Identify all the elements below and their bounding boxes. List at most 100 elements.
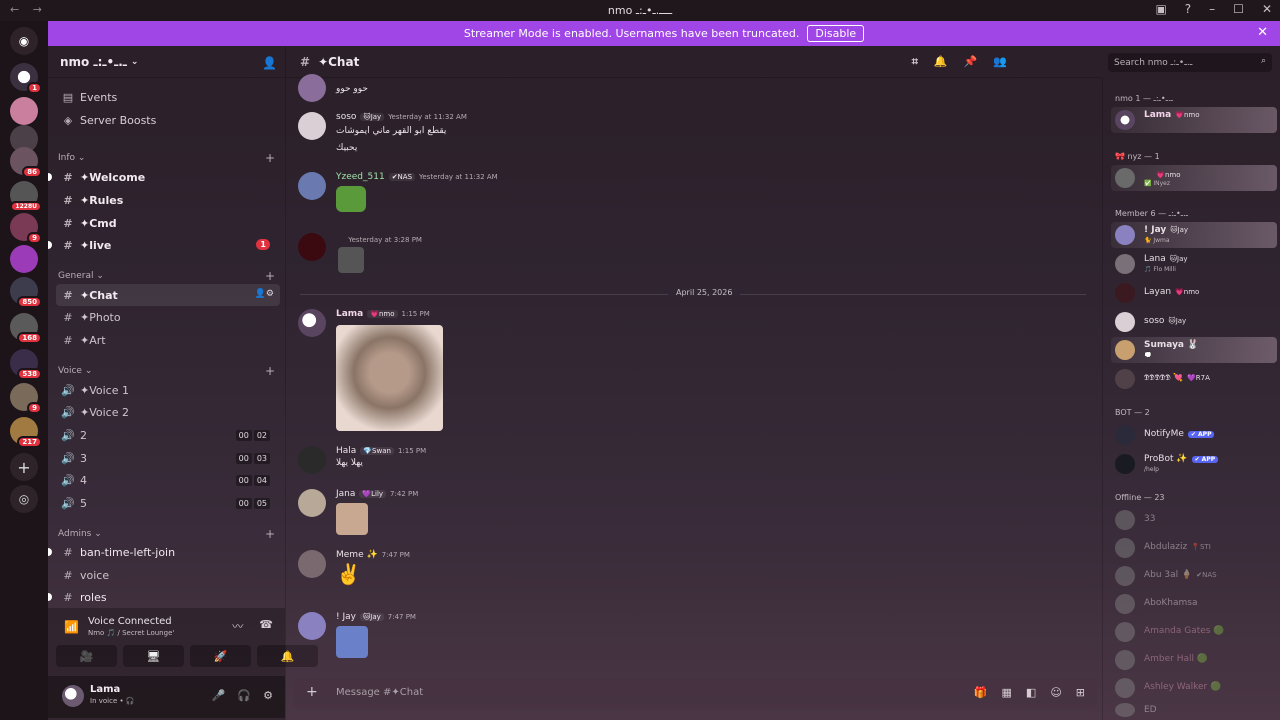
member-item[interactable]: Layan 💗nmo [1111,280,1277,306]
pin-icon[interactable]: 📌 [964,55,978,69]
disconnect-icon[interactable]: ☎ [259,618,273,634]
member-item[interactable]: Sumaya 🐰 💭 [1111,337,1277,363]
microphone-icon[interactable]: 🎤 [212,689,226,702]
avatar[interactable] [298,233,326,261]
channel-settings-icons[interactable]: 👤⚙ [255,289,274,299]
member-item[interactable]: AboKhamsa [1111,591,1277,617]
avatar[interactable] [298,489,326,517]
gif-icon[interactable]: ▦ [1002,686,1012,699]
channel-roles[interactable]: # roles [48,586,280,608]
channel-art[interactable]: # ✦Art [56,329,280,351]
apps-icon[interactable]: ⊞ [1076,686,1085,699]
author-name[interactable]: Jana [336,489,355,499]
sticker-image[interactable] [336,503,368,535]
server-header[interactable]: nmo ـ.ـ•ـ:ـ ⌄ 👤 [48,46,285,78]
server-icon[interactable]: 1228U [10,181,42,212]
member-item[interactable]: 33 [1111,507,1277,533]
member-item[interactable]: Lana 🐱Jay 🎵 Flo Milli [1111,251,1277,277]
voice-channel-location[interactable]: Nmo 🎵 / Secret Lounge' [88,629,174,637]
close-window-icon[interactable]: ✕ [1262,2,1272,16]
settings-gear-icon[interactable]: ⚙ [263,689,273,702]
avatar[interactable] [298,446,326,474]
maximize-icon[interactable]: ☐ [1233,2,1244,16]
invite-icon[interactable]: 👤 [262,56,277,70]
author-name[interactable]: ! Jay [336,612,356,622]
server-icon[interactable] [10,245,38,273]
member-item[interactable]: Abu 3al 🍦 ✔NAS [1111,563,1277,589]
headphones-icon[interactable]: 🎧 [237,689,251,702]
voice-channel-v5[interactable]: 🔊 5 00 05 [56,492,280,514]
voice-channel-v4[interactable]: 🔊 4 00 04 [56,469,280,491]
channel-voice-text[interactable]: # voice [56,564,280,586]
channel-welcome[interactable]: # ✦Welcome [48,166,280,188]
voice-channel-2[interactable]: 🔊 ✦Voice 2 [56,401,280,423]
add-server-icon[interactable]: + [10,453,38,481]
screen-share-button[interactable]: 🖥 [123,645,184,667]
category-general[interactable]: General ⌄ [58,271,104,281]
message-input[interactable]: + Message #✦Chat 🎁 ▦ ◧ ☺ ⊞ [294,678,1097,709]
avatar[interactable] [298,612,326,640]
author-name[interactable]: soso [336,112,356,122]
add-channel-icon[interactable]: + [265,364,275,378]
member-item[interactable]: Lama 💗nmo [1111,107,1277,133]
member-item[interactable]: ED [1111,700,1277,720]
members-icon[interactable]: 👥 [993,55,1007,69]
activities-button[interactable]: 🚀 [190,645,251,667]
threads-icon[interactable]: ⌗ [912,55,918,69]
voice-channel-1[interactable]: 🔊 ✦Voice 1 [56,379,280,401]
category-info[interactable]: Info ⌄ [58,153,85,163]
search-input[interactable]: Search nmo ـ.ـ•ـ:ـ ⌕ [1108,53,1272,72]
channel-chat[interactable]: # ✦Chat 👤⚙ [56,284,280,306]
avatar[interactable] [298,172,326,200]
member-item[interactable]: ProBot ✨ ✔ APP /help [1111,451,1277,477]
avatar[interactable] [298,550,326,578]
avatar[interactable] [298,112,326,140]
avatar[interactable] [298,309,326,337]
channel-live[interactable]: # ✦live 1 [48,234,280,256]
gift-icon[interactable]: 🎁 [974,686,988,699]
signal-icon[interactable]: 📶 [64,620,79,634]
close-icon[interactable]: ✕ [1257,25,1268,40]
channel-rules[interactable]: # ✦Rules [56,189,280,211]
server-icon-active[interactable]: 1 [10,63,42,94]
server-icon[interactable]: 86 [10,147,42,178]
upload-plus-icon[interactable]: + [306,684,318,700]
noise-suppression-icon[interactable]: 〰 [232,618,243,634]
member-item[interactable]: Amber Hall 🟢 [1111,647,1277,673]
channel-cmd[interactable]: # ✦Cmd [56,212,280,234]
server-icon[interactable]: 217 [10,417,42,448]
member-item[interactable]: ! Jay 🐱Jay 🐈 Jwma [1111,222,1277,248]
channel-photo[interactable]: # ✦Photo [56,306,280,328]
channel-ban-time[interactable]: # ban-time-left-join [48,541,280,563]
member-item[interactable]: Amanda Gates 🟢 [1111,619,1277,645]
server-icon[interactable]: 538 [10,349,42,380]
add-channel-icon[interactable]: + [265,151,275,165]
member-item[interactable]: soso 🐱Jay [1111,309,1277,335]
bell-icon[interactable]: 🔔 [934,55,948,69]
member-item[interactable]: 𝕯𝕯𝕯𝕯𝕯 💘 💜R7A [1111,366,1277,392]
category-admins[interactable]: Admins ⌄ [58,529,102,539]
member-item[interactable]: Abdulaziz 📍STI [1111,535,1277,561]
member-item[interactable]: ㅤ 💗nmo ✅ INyez [1111,165,1277,191]
minimize-icon[interactable]: – [1209,2,1215,16]
add-channel-icon[interactable]: + [265,269,275,283]
server-icon[interactable]: 850 [10,277,42,308]
discord-home-icon[interactable]: ◉ [10,27,38,55]
member-item[interactable]: NotifyMe ✔ APP [1111,422,1277,448]
sticker-icon[interactable]: ◧ [1026,686,1036,699]
member-item[interactable]: Ashley Walker 🟢 [1111,675,1277,701]
kitten-image-attachment[interactable] [336,325,443,431]
emoji-icon[interactable]: ☺ [1050,686,1061,699]
avatar[interactable] [62,685,84,707]
discover-icon[interactable]: ◎ [10,485,38,513]
author-name[interactable]: Hala [336,446,356,456]
author-name[interactable]: Yzeed_511 [336,172,385,182]
add-channel-icon[interactable]: + [265,527,275,541]
server-icon[interactable] [10,97,38,125]
sticker-image[interactable] [336,186,366,212]
server-icon[interactable]: 9 [10,213,42,244]
category-voice[interactable]: Voice ⌄ [58,366,92,376]
camera-button[interactable]: 🎥 [56,645,117,667]
author-name[interactable]: ㅤ [336,233,344,246]
inbox-icon[interactable]: ▣ [1155,2,1166,16]
